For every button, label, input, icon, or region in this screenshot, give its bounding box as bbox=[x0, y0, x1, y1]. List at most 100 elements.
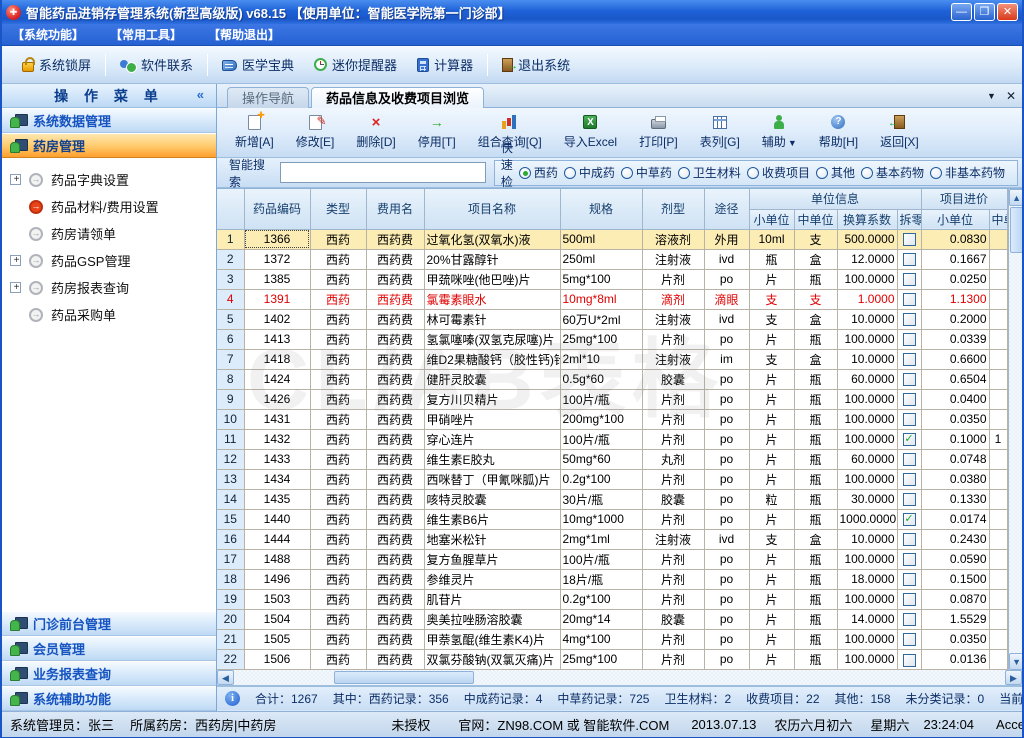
cell-unit-mid[interactable]: 瓶 bbox=[794, 389, 837, 409]
cell-price-mid[interactable] bbox=[989, 409, 1007, 429]
cell-route[interactable]: po bbox=[704, 629, 749, 649]
cell-fee[interactable]: 西药费 bbox=[366, 409, 424, 429]
cell-route[interactable]: po bbox=[704, 449, 749, 469]
cell-price-mid[interactable]: 1 bbox=[989, 429, 1007, 449]
cell-route[interactable]: po bbox=[704, 649, 749, 669]
radio-中草药[interactable]: 中草药 bbox=[621, 164, 672, 181]
cell-code[interactable]: 1432 bbox=[244, 429, 310, 449]
cell-spec[interactable]: 10mg*8ml bbox=[560, 289, 642, 309]
cell-form[interactable]: 片剂 bbox=[642, 389, 704, 409]
cell-type[interactable]: 西药 bbox=[310, 309, 366, 329]
cell-type[interactable]: 西药 bbox=[310, 429, 366, 449]
sidebar-collapse-button[interactable]: « bbox=[197, 87, 210, 102]
cell-unit-small[interactable]: 瓶 bbox=[749, 249, 794, 269]
quickbar-item[interactable]: 退出系统 bbox=[492, 51, 580, 78]
row-number-cell[interactable]: 4 bbox=[217, 289, 244, 309]
cell-route[interactable]: po bbox=[704, 469, 749, 489]
cell-form[interactable]: 片剂 bbox=[642, 589, 704, 609]
cell-unit-mid[interactable]: 瓶 bbox=[794, 489, 837, 509]
cell-unit-mid[interactable]: 瓶 bbox=[794, 369, 837, 389]
cell-form[interactable]: 片剂 bbox=[642, 329, 704, 349]
column-header-项目名称[interactable]: 项目名称 bbox=[424, 189, 560, 229]
table-row[interactable]: 121433西药西药费维生素E胶丸50mg*60丸剂po片瓶60.00000.0… bbox=[217, 449, 1007, 469]
cell-unit-mid[interactable]: 瓶 bbox=[794, 649, 837, 669]
cell-spec[interactable]: 100片/瓶 bbox=[560, 389, 642, 409]
close-button[interactable]: ✕ bbox=[997, 3, 1018, 21]
cell-unit-small[interactable]: 片 bbox=[749, 449, 794, 469]
cell-code[interactable]: 1413 bbox=[244, 329, 310, 349]
cell-code[interactable]: 1433 bbox=[244, 449, 310, 469]
cell-price-mid[interactable] bbox=[989, 469, 1007, 489]
cell-unit-small[interactable]: 片 bbox=[749, 469, 794, 489]
cell-name[interactable]: 复方川贝精片 bbox=[424, 389, 560, 409]
cell-route[interactable]: 外用 bbox=[704, 229, 749, 249]
table-row[interactable]: 161444西药西药费地塞米松针2mg*1ml注射液ivd支盒10.00000.… bbox=[217, 529, 1007, 549]
quickbar-item[interactable]: 迷你提醒器 bbox=[304, 51, 407, 78]
cell-name[interactable]: 穿心连片 bbox=[424, 429, 560, 449]
cell-name[interactable]: 地塞米松针 bbox=[424, 529, 560, 549]
cell-unit-small[interactable]: 片 bbox=[749, 509, 794, 529]
tree-item-药房请领单[interactable]: 药房请领单 bbox=[2, 220, 216, 247]
vertical-scrollbar[interactable]: ▲ ▼ bbox=[1008, 189, 1022, 670]
cell-fee[interactable]: 西药费 bbox=[366, 349, 424, 369]
cell-ratio[interactable]: 100.0000 bbox=[837, 629, 897, 649]
cell-form[interactable]: 片剂 bbox=[642, 549, 704, 569]
cell-form[interactable]: 丸剂 bbox=[642, 449, 704, 469]
scroll-left-icon[interactable]: ◀ bbox=[217, 670, 234, 685]
row-number-cell[interactable]: 20 bbox=[217, 609, 244, 629]
sub-header-小单位[interactable]: 小单位 bbox=[921, 209, 989, 229]
cell-fee[interactable]: 西药费 bbox=[366, 389, 424, 409]
cell-unit-small[interactable]: 片 bbox=[749, 329, 794, 349]
cell-type[interactable]: 西药 bbox=[310, 249, 366, 269]
table-row[interactable]: 211505西药西药费甲萘氢醌(维生素K4)片4mg*100片剂po片瓶100.… bbox=[217, 629, 1007, 649]
row-number-cell[interactable]: 22 bbox=[217, 649, 244, 669]
cell-fee[interactable]: 西药费 bbox=[366, 429, 424, 449]
column-header-途径[interactable]: 途径 bbox=[704, 189, 749, 229]
cell-price-small[interactable]: 0.0748 bbox=[921, 449, 989, 469]
cell-fee[interactable]: 西药费 bbox=[366, 629, 424, 649]
horizontal-scrollbar[interactable]: ◀ ▶ bbox=[217, 670, 1022, 686]
row-number-cell[interactable]: 14 bbox=[217, 489, 244, 509]
tree-item-药品材料/费用设置[interactable]: 药品材料/费用设置 bbox=[2, 193, 216, 220]
toolbar-button-辅助[interactable]: 辅助▼ bbox=[752, 110, 807, 154]
cell-name[interactable]: 肌苷片 bbox=[424, 589, 560, 609]
vertical-scroll-thumb[interactable] bbox=[1010, 207, 1022, 253]
cell-ratio[interactable]: 60.0000 bbox=[837, 449, 897, 469]
cell-price-small[interactable]: 0.6600 bbox=[921, 349, 989, 369]
column-header-类型[interactable]: 类型 bbox=[310, 189, 366, 229]
cell-spec[interactable]: 5mg*100 bbox=[560, 269, 642, 289]
split-checkbox[interactable]: ✓ bbox=[903, 513, 916, 526]
cell-spec[interactable]: 0.5g*60 bbox=[560, 369, 642, 389]
row-number-cell[interactable]: 12 bbox=[217, 449, 244, 469]
table-row[interactable]: 181496西药西药费参维灵片18片/瓶片剂po片瓶18.00000.1500 bbox=[217, 569, 1007, 589]
split-checkbox[interactable] bbox=[903, 533, 916, 546]
cell-price-small[interactable]: 0.0830 bbox=[921, 229, 989, 249]
cell-route[interactable]: po bbox=[704, 429, 749, 449]
table-row[interactable]: 71418西药西药费维D2果糖酸钙（胶性钙)针2ml*10注射液im支盒10.0… bbox=[217, 349, 1007, 369]
table-row[interactable]: 21372西药西药费20%甘露醇针250ml注射液ivd瓶盒12.00000.1… bbox=[217, 249, 1007, 269]
cell-fee[interactable]: 西药费 bbox=[366, 529, 424, 549]
expand-plus-icon[interactable] bbox=[10, 174, 21, 185]
cell-form[interactable]: 片剂 bbox=[642, 629, 704, 649]
cell-code[interactable]: 1496 bbox=[244, 569, 310, 589]
cell-code[interactable]: 1385 bbox=[244, 269, 310, 289]
cell-form[interactable]: 片剂 bbox=[642, 649, 704, 669]
cell-code[interactable]: 1426 bbox=[244, 389, 310, 409]
cell-unit-small[interactable]: 片 bbox=[749, 269, 794, 289]
table-row[interactable]: 151440西药西药费维生素B6片10mg*1000片剂po片瓶1000.000… bbox=[217, 509, 1007, 529]
cell-name[interactable]: 氯霉素眼水 bbox=[424, 289, 560, 309]
split-checkbox[interactable] bbox=[903, 613, 916, 626]
split-checkbox[interactable] bbox=[903, 253, 916, 266]
radio-西药[interactable]: 西药 bbox=[519, 164, 558, 181]
sidebar-group-会员管理[interactable]: 会员管理 bbox=[2, 636, 216, 661]
cell-unit-mid[interactable]: 瓶 bbox=[794, 609, 837, 629]
tree-item-药品采购单[interactable]: 药品采购单 bbox=[2, 301, 216, 328]
cell-name[interactable]: 奥美拉唑肠溶胶囊 bbox=[424, 609, 560, 629]
column-header-rownum[interactable] bbox=[217, 189, 244, 229]
row-number-cell[interactable]: 21 bbox=[217, 629, 244, 649]
split-checkbox[interactable] bbox=[903, 393, 916, 406]
scroll-down-icon[interactable]: ▼ bbox=[1009, 653, 1022, 670]
cell-fee[interactable]: 西药费 bbox=[366, 609, 424, 629]
table-row[interactable]: 101431西药西药费甲硝唑片200mg*100片剂po片瓶100.00000.… bbox=[217, 409, 1007, 429]
cell-code[interactable]: 1366 bbox=[244, 229, 310, 249]
